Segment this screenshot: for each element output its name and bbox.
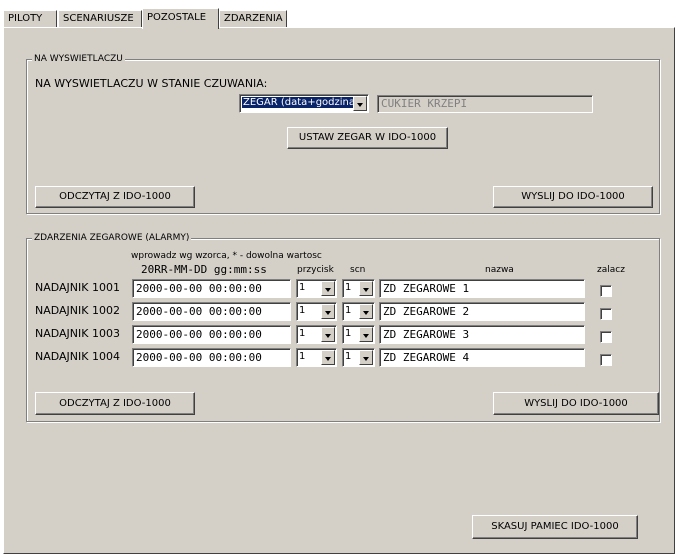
transmitter-label: NADAJNIK 1003 — [35, 327, 120, 340]
alarm-name-input[interactable]: ZD ZEGAROWE 1 — [379, 279, 585, 298]
alarm-scn-value: 1 — [345, 351, 352, 362]
alarm-scn-select[interactable]: 1 — [342, 302, 375, 321]
chevron-down-icon[interactable] — [359, 350, 373, 365]
tab-pozostale[interactable]: POZOSTALE — [142, 8, 219, 29]
datetime-pattern: 20RR-MM-DD gg:mm:ss — [141, 263, 267, 276]
chevron-down-icon[interactable] — [321, 350, 335, 365]
display-group: NA WYSWIETLACZU NA WYSWIETLACZU W STANIE… — [26, 53, 660, 214]
transmitter-label: NADAJNIK 1002 — [35, 304, 120, 317]
tab-scenariusze[interactable]: SCENARIUSZE — [58, 10, 142, 28]
column-name-header: nazwa — [485, 265, 514, 275]
display-read-button[interactable]: ODCZYTAJ Z IDO-1000 — [35, 186, 195, 208]
erase-memory-button[interactable]: SKASUJ PAMIEC IDO-1000 — [472, 515, 638, 539]
alarm-name-input[interactable]: ZD ZEGAROWE 2 — [379, 302, 585, 321]
display-group-title: NA WYSWIETLACZU — [32, 53, 125, 66]
chevron-down-icon[interactable] — [359, 304, 373, 319]
alarms-hint: wprowadz wg wzorca, * - dowolna wartosc — [131, 251, 322, 261]
alarm-button-value: 1 — [299, 305, 306, 316]
alarm-enable-checkbox[interactable] — [600, 354, 612, 366]
alarm-scn-value: 1 — [345, 328, 352, 339]
chevron-down-icon[interactable] — [353, 96, 367, 111]
tab-panel: NA WYSWIETLACZU NA WYSWIETLACZU W STANIE… — [3, 27, 675, 554]
alarm-scn-select[interactable]: 1 — [342, 279, 375, 298]
alarms-group: ZDARZENIA ZEGAROWE (ALARMY) wprowadz wg … — [26, 232, 660, 422]
display-text-field[interactable]: CUKIER KRZEPI — [377, 95, 593, 113]
alarm-enable-checkbox[interactable] — [600, 331, 612, 343]
alarm-scn-select[interactable]: 1 — [342, 325, 375, 344]
alarm-button-value: 1 — [299, 282, 306, 293]
column-enable-header: zalacz — [597, 265, 625, 275]
chevron-down-icon[interactable] — [321, 327, 335, 342]
alarm-button-select[interactable]: 1 — [296, 302, 337, 321]
alarm-enable-checkbox[interactable] — [600, 308, 612, 320]
transmitter-label: NADAJNIK 1004 — [35, 350, 120, 363]
transmitter-label: NADAJNIK 1001 — [35, 281, 120, 294]
chevron-down-icon[interactable] — [321, 304, 335, 319]
display-mode-value: ZEGAR (data+godzina) — [242, 97, 360, 108]
standby-label: NA WYSWIETLACZU W STANIE CZUWANIA: — [35, 77, 268, 90]
alarm-button-value: 1 — [299, 328, 306, 339]
alarms-group-title: ZDARZENIA ZEGAROWE (ALARMY) — [32, 232, 192, 245]
display-send-button[interactable]: WYSLIJ DO IDO-1000 — [493, 186, 653, 208]
alarm-button-select[interactable]: 1 — [296, 348, 337, 367]
set-clock-button[interactable]: USTAW ZEGAR W IDO-1000 — [287, 127, 448, 149]
alarm-scn-value: 1 — [345, 282, 352, 293]
column-button-header: przycisk — [297, 265, 334, 275]
alarm-button-select[interactable]: 1 — [296, 325, 337, 344]
tab-zdarzenia[interactable]: ZDARZENIA — [219, 10, 287, 28]
chevron-down-icon[interactable] — [321, 281, 335, 296]
alarm-button-select[interactable]: 1 — [296, 279, 337, 298]
display-mode-select[interactable]: ZEGAR (data+godzina) — [239, 94, 369, 113]
alarm-enable-checkbox[interactable] — [600, 285, 612, 297]
alarm-datetime-input[interactable]: 2000-00-00 00:00:00 — [132, 325, 291, 344]
alarm-datetime-input[interactable]: 2000-00-00 00:00:00 — [132, 348, 291, 367]
alarms-read-button[interactable]: ODCZYTAJ Z IDO-1000 — [35, 392, 195, 415]
chevron-down-icon[interactable] — [359, 327, 373, 342]
alarm-button-value: 1 — [299, 351, 306, 362]
alarm-name-input[interactable]: ZD ZEGAROWE 4 — [379, 348, 585, 367]
alarms-send-button[interactable]: WYSLIJ DO IDO-1000 — [493, 392, 659, 415]
alarm-datetime-input[interactable]: 2000-00-00 00:00:00 — [132, 279, 291, 298]
tab-piloty[interactable]: PILOTY — [3, 10, 57, 28]
chevron-down-icon[interactable] — [359, 281, 373, 296]
alarm-scn-select[interactable]: 1 — [342, 348, 375, 367]
column-scn-header: scn — [350, 265, 366, 275]
alarm-scn-value: 1 — [345, 305, 352, 316]
alarm-name-input[interactable]: ZD ZEGAROWE 3 — [379, 325, 585, 344]
alarm-datetime-input[interactable]: 2000-00-00 00:00:00 — [132, 302, 291, 321]
